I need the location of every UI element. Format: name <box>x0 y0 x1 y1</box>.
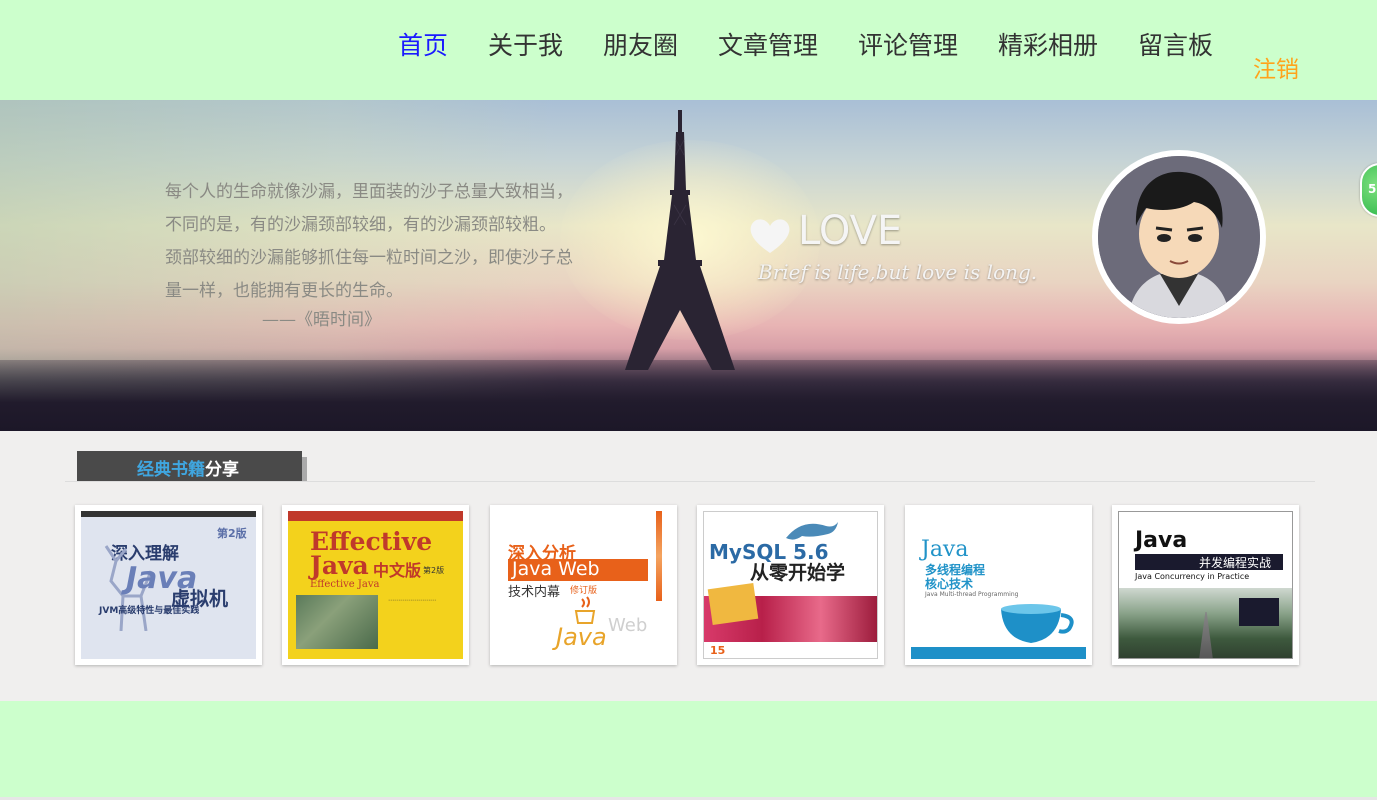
badge-count: 50 <box>1368 182 1377 196</box>
book-card[interactable]: MySQL 5.6 从零开始学 15 <box>697 505 884 665</box>
nav-moments[interactable]: 朋友圈 <box>603 26 678 62</box>
hero-banner: 每个人的生命就像沙漏，里面装的沙子总量大致相当， 不同的是，有的沙漏颈部较细，有… <box>0 100 1377 431</box>
book-card[interactable]: Java 多线程编程 核心技术 Java Multi-thread Progra… <box>905 505 1092 665</box>
nav-article-management[interactable]: 文章管理 <box>718 26 818 62</box>
section-title-rest: 分享 <box>205 460 239 480</box>
book-title-line: Java <box>1135 528 1188 553</box>
love-subtitle: Brief is life,but love is long. <box>758 260 1038 284</box>
book-subtitle: Java Concurrency in Practice <box>1135 572 1250 581</box>
logout-link[interactable]: 注销 <box>1253 50 1299 84</box>
book-edition: 第2版 <box>217 527 247 540</box>
book-title-line: Java <box>921 537 969 562</box>
book-cover: Effective Java 中文版 Effective Java 第2版 ⋯⋯… <box>288 511 463 659</box>
book-cover: Java 多线程编程 核心技术 Java Multi-thread Progra… <box>911 511 1086 659</box>
java-cup-icon <box>574 596 596 624</box>
top-navigation: 首页 关于我 朋友圈 文章管理 评论管理 精彩相册 留言板 注销 <box>0 0 1377 100</box>
book-cover: Java 并发编程实战 Java Concurrency in Practice <box>1118 511 1293 659</box>
quote-line: 颈部较细的沙漏能够抓住每一粒时间之沙，即使沙子总 <box>165 248 573 268</box>
eiffel-tower-illustration <box>625 110 735 370</box>
section-header: 经典书籍分享 <box>77 451 302 481</box>
section-title-highlight: 经典书籍 <box>137 460 205 480</box>
section-title: 经典书籍分享 <box>137 455 239 480</box>
nav-message-board[interactable]: 留言板 <box>1138 26 1213 62</box>
book-title-line: 中文版 <box>373 561 422 580</box>
book-subtitle: Java Multi-thread Programming <box>925 591 1019 598</box>
avatar-image <box>1098 156 1260 318</box>
book-cover: MySQL 5.6 从零开始学 15 <box>703 511 878 659</box>
section-divider <box>65 481 1315 482</box>
book-edition: 第2版 <box>423 566 445 575</box>
nav-comment-management[interactable]: 评论管理 <box>858 26 958 62</box>
quote-line: 量一样，也能拥有更长的生命。 <box>165 281 403 301</box>
book-subtitle: Effective Java <box>310 579 380 590</box>
cartoon-avatar-icon <box>1098 156 1260 318</box>
nav-home[interactable]: 首页 <box>398 26 448 62</box>
banner-skyline <box>0 360 1377 431</box>
nav-photo-album[interactable]: 精彩相册 <box>998 26 1098 62</box>
book-card[interactable]: Effective Java 中文版 Effective Java 第2版 ⋯⋯… <box>282 505 469 665</box>
java-logo-text: Java <box>556 623 607 651</box>
book-title-line: 技术内幕 <box>508 585 561 600</box>
nav-about-me[interactable]: 关于我 <box>488 26 563 62</box>
book-title-line: 从零开始学 <box>750 562 846 584</box>
page-footer <box>0 701 1377 800</box>
book-title-line: 核心技术 <box>925 577 974 591</box>
header-shadow <box>302 457 307 481</box>
book-card[interactable]: 深入分析 Java Web 技术内幕 修订版 Java Web <box>490 505 677 665</box>
book-title-line: Java Web <box>512 558 600 580</box>
quote-source: ——《晤时间》 <box>262 310 381 330</box>
book-cover: 深入理解 第2版 Java 虚拟机 JVM高级特性与最佳实践 <box>81 511 256 659</box>
book-card[interactable]: Java 并发编程实战 Java Concurrency in Practice <box>1112 505 1299 665</box>
quote-line: 每个人的生命就像沙漏，里面装的沙子总量大致相当， <box>165 182 573 202</box>
book-subtitle-watermark: Web <box>608 615 648 636</box>
love-title: LOVE <box>798 208 903 254</box>
quote-line: 不同的是，有的沙漏颈部较细，有的沙漏颈部较粗。 <box>165 215 556 235</box>
book-cover: 深入分析 Java Web 技术内幕 修订版 Java Web <box>496 511 671 659</box>
book-title-line: 并发编程实战 <box>1199 556 1272 570</box>
book-card[interactable]: 深入理解 第2版 Java 虚拟机 JVM高级特性与最佳实践 <box>75 505 262 665</box>
heart-icon <box>750 219 790 253</box>
books-section: 经典书籍分享 深入理解 第2版 Java 虚拟机 JVM高级特性与最佳实践 Ef… <box>0 431 1377 701</box>
avatar[interactable] <box>1092 150 1266 324</box>
teacup-icon <box>1001 604 1074 643</box>
book-title-line: Java <box>310 551 369 580</box>
banner-quote: 每个人的生命就像沙漏，里面装的沙子总量大致相当， 不同的是，有的沙漏颈部较细，有… <box>165 176 595 308</box>
book-subtitle: JVM高级特性与最佳实践 <box>99 606 200 616</box>
